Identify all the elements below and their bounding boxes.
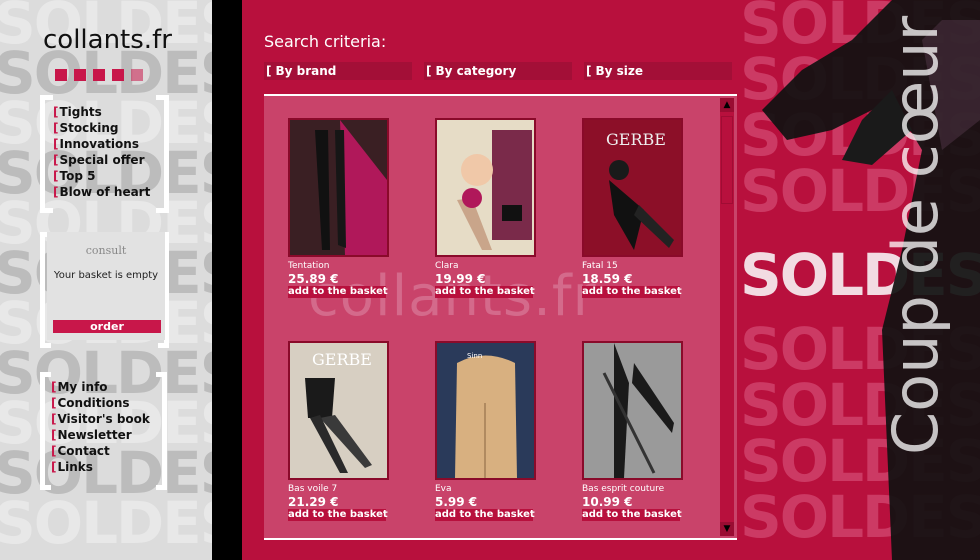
menu-item-tights[interactable]: [Tights	[53, 104, 150, 120]
soldes-watermark: SOLDES	[0, 489, 212, 557]
left-sidebar: SOLDES SOLDES SOLDES SOLDES SOLDES SOLDE…	[0, 0, 212, 560]
product-name: Bas voile 7	[288, 484, 338, 494]
product-image[interactable]: GERBE	[288, 341, 389, 480]
menu-item-conditions[interactable]: [Conditions	[51, 395, 150, 411]
menu-item-innovations[interactable]: [Innovations	[53, 136, 150, 152]
scroll-down-icon[interactable]: ▼	[720, 522, 734, 536]
menu-item-my-info[interactable]: [My info	[51, 379, 150, 395]
consult-label[interactable]: consult	[47, 244, 165, 257]
main-content: Search criteria: [By brand [By category …	[242, 0, 742, 560]
svg-text:GERBE: GERBE	[312, 350, 372, 369]
filter-by-size[interactable]: [By size	[584, 62, 732, 80]
secondary-menu: [My info [Conditions [Visitor's book [Ne…	[51, 379, 150, 475]
add-to-basket-button[interactable]: add to the basket	[435, 286, 535, 298]
product-price: 18.59 €	[582, 272, 633, 286]
bracket-left	[40, 95, 53, 213]
main-menu: [Tights [Stocking [Innovations [Special …	[53, 104, 150, 200]
product-image[interactable]	[435, 118, 536, 257]
product-image[interactable]	[582, 341, 683, 480]
menu-item-contact[interactable]: [Contact	[51, 443, 150, 459]
scroll-up-icon[interactable]: ▲	[720, 98, 734, 112]
add-to-basket-button[interactable]: add to the basket	[582, 509, 682, 521]
product-price: 19.99 €	[435, 272, 486, 286]
svg-text:GERBE: GERBE	[606, 130, 666, 149]
menu-item-blow-of-heart[interactable]: [Blow of heart	[53, 184, 150, 200]
basket-box: consult Your basket is empty order	[47, 232, 165, 340]
order-button[interactable]: order	[53, 320, 161, 333]
product-name: Tentation	[288, 261, 330, 271]
menu-item-special-offer[interactable]: [Special offer	[53, 152, 150, 168]
site-logo[interactable]: collants.fr	[43, 25, 172, 55]
product-image[interactable]	[288, 118, 389, 257]
add-to-basket-button[interactable]: add to the basket	[435, 509, 535, 521]
bracket-right	[156, 372, 167, 490]
scroll-thumb[interactable]	[721, 116, 733, 204]
product-panel: collants.fr Tentation 25.89 € add to the…	[264, 94, 737, 540]
product-price: 21.29 €	[288, 495, 339, 509]
menu-item-links[interactable]: [Links	[51, 459, 150, 475]
logo-dots	[55, 66, 150, 85]
product-name: Fatal 15	[582, 261, 618, 271]
add-to-basket-button[interactable]: add to the basket	[288, 509, 388, 521]
product-image[interactable]: Sinn	[435, 341, 536, 480]
product-image[interactable]: GERBE	[582, 118, 683, 257]
coup-de-coeur-text: Coup de cœur	[879, 15, 952, 455]
search-criteria-title: Search criteria:	[264, 32, 387, 51]
menu-item-visitors-book[interactable]: [Visitor's book	[51, 411, 150, 427]
add-to-basket-button[interactable]: add to the basket	[288, 286, 388, 298]
product-price: 25.89 €	[288, 272, 339, 286]
add-to-basket-button[interactable]: add to the basket	[582, 286, 682, 298]
svg-text:Sinn: Sinn	[467, 352, 482, 360]
basket-status: Your basket is empty	[53, 270, 159, 281]
product-price: 10.99 €	[582, 495, 633, 509]
divider-strip	[212, 0, 242, 560]
menu-item-stocking[interactable]: [Stocking	[53, 120, 150, 136]
bracket-left	[40, 372, 51, 490]
filter-by-category[interactable]: [By category	[424, 62, 572, 80]
bracket-right	[156, 95, 169, 213]
right-banner: SOLDES SOLDES SOLDES SOLDES SOLDES SOLDE…	[742, 0, 980, 560]
product-price: 5.99 €	[435, 495, 478, 509]
menu-item-newsletter[interactable]: [Newsletter	[51, 427, 150, 443]
product-name: Clara	[435, 261, 459, 271]
product-name: Bas esprit couture	[582, 484, 665, 494]
scrollbar[interactable]: ▲ ▼	[720, 98, 734, 536]
product-name: Eva	[435, 484, 452, 494]
filter-by-brand[interactable]: [By brand	[264, 62, 412, 80]
menu-item-top-5[interactable]: [Top 5	[53, 168, 150, 184]
